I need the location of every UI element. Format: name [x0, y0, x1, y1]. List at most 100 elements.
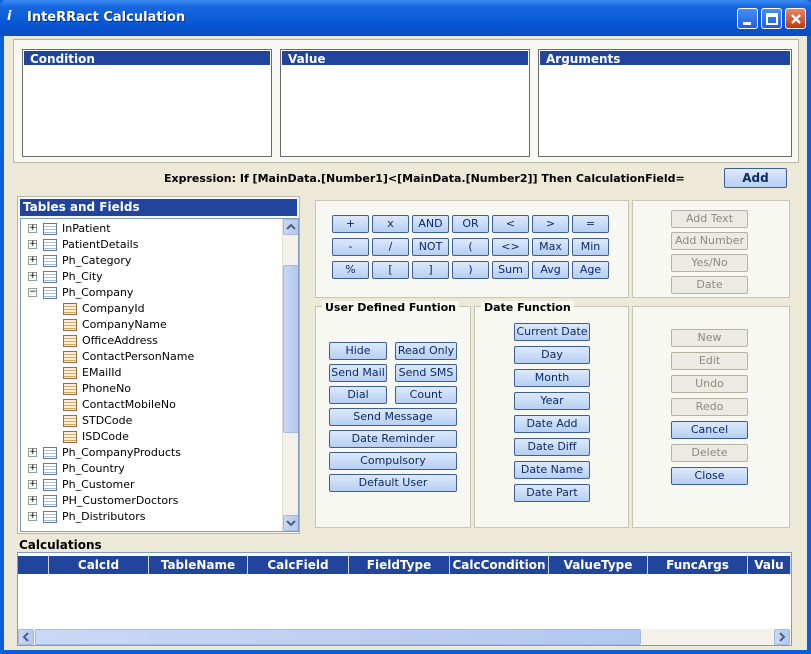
- tree-table-item[interactable]: + Ph_City: [21, 269, 283, 285]
- operator-button[interactable]: Max: [532, 238, 569, 256]
- send-message-button[interactable]: Send Message: [329, 408, 457, 426]
- cancel-button[interactable]: Cancel: [671, 421, 748, 439]
- tree-table-item[interactable]: − Ph_Company: [21, 285, 283, 301]
- insert-add-text-button[interactable]: Add Text: [671, 210, 748, 228]
- expand-icon[interactable]: +: [28, 224, 37, 233]
- operator-button[interactable]: =: [572, 215, 609, 233]
- tree-field-item[interactable]: ContactPersonName: [21, 349, 283, 365]
- title-bar[interactable]: i InteRRact Calculation: [0, 0, 811, 36]
- operator-button[interactable]: ]: [412, 261, 449, 279]
- operator-button[interactable]: Age: [572, 261, 609, 279]
- scroll-left-button[interactable]: [18, 629, 34, 645]
- day-button[interactable]: Day: [514, 346, 590, 364]
- operator-button[interactable]: Min: [572, 238, 609, 256]
- insert-add-number-button[interactable]: Add Number: [671, 232, 748, 250]
- tree-scroll-thumb[interactable]: [283, 265, 298, 433]
- minimize-button[interactable]: [737, 8, 758, 29]
- expand-icon[interactable]: +: [28, 256, 37, 265]
- tree-field-item[interactable]: OfficeAddress: [21, 333, 283, 349]
- undo-button[interactable]: Undo: [671, 375, 748, 393]
- operator-button[interactable]: Sum: [492, 261, 529, 279]
- expand-icon[interactable]: +: [28, 272, 37, 281]
- date-part-button[interactable]: Date Part: [514, 484, 590, 502]
- count-button[interactable]: Count: [395, 386, 457, 404]
- tree-field-item[interactable]: CompanyName: [21, 317, 283, 333]
- operator-button[interactable]: NOT: [412, 238, 449, 256]
- collapse-icon[interactable]: −: [28, 288, 37, 297]
- expand-icon[interactable]: +: [28, 448, 37, 457]
- date-diff-button[interactable]: Date Diff: [514, 438, 590, 456]
- calculations-grid[interactable]: CalcId TableName CalcField FieldType CalcCon…: [17, 552, 792, 646]
- operator-button[interactable]: %: [332, 261, 369, 279]
- tree-table-item[interactable]: + Ph_Country: [21, 461, 283, 477]
- send-mail-button[interactable]: Send Mail: [329, 364, 387, 382]
- operator-button[interactable]: <>: [492, 238, 529, 256]
- expand-icon[interactable]: +: [28, 240, 37, 249]
- date-reminder-button[interactable]: Date Reminder: [329, 430, 457, 448]
- tree-field-item[interactable]: ISDCode: [21, 429, 283, 445]
- grid-horizontal-scrollbar[interactable]: [18, 629, 791, 645]
- tree-table-item[interactable]: + Ph_Customer: [21, 477, 283, 493]
- tree-table-item[interactable]: + Ph_CompanyProducts: [21, 445, 283, 461]
- tree-table-item[interactable]: + Ph_Distributors: [21, 509, 283, 525]
- tree-field-item[interactable]: ContactMobileNo: [21, 397, 283, 413]
- tables-fields-tree[interactable]: + InPatient + PatientDetails + Ph_Category + Ph…: [20, 218, 299, 532]
- close-button[interactable]: Close: [671, 467, 748, 485]
- tree-table-item[interactable]: + PatientDetails: [21, 237, 283, 253]
- column-header[interactable]: CalcField: [248, 556, 349, 574]
- operator-button[interactable]: AND: [412, 215, 449, 233]
- value-list[interactable]: Value: [280, 49, 530, 157]
- compulsory-button[interactable]: Compulsory: [329, 452, 457, 470]
- column-header[interactable]: ValueType: [549, 556, 648, 574]
- tree-vertical-scrollbar[interactable]: [282, 219, 298, 531]
- tree-field-item[interactable]: STDCode: [21, 413, 283, 429]
- operator-button[interactable]: [: [372, 261, 409, 279]
- tree-field-item[interactable]: PhoneNo: [21, 381, 283, 397]
- scroll-down-button[interactable]: [283, 515, 298, 531]
- date-name-button[interactable]: Date Name: [514, 461, 590, 479]
- operator-button[interactable]: x: [372, 215, 409, 233]
- operator-button[interactable]: (: [452, 238, 489, 256]
- column-header[interactable]: FieldType: [349, 556, 450, 574]
- month-button[interactable]: Month: [514, 369, 590, 387]
- delete-button[interactable]: Delete: [671, 444, 748, 462]
- hide-button[interactable]: Hide: [329, 342, 387, 360]
- tree-field-item[interactable]: EMailId: [21, 365, 283, 381]
- add-button[interactable]: Add: [724, 168, 787, 188]
- tree-table-item[interactable]: + Ph_Category: [21, 253, 283, 269]
- new-button[interactable]: New: [671, 329, 748, 347]
- maximize-button[interactable]: [761, 8, 782, 29]
- column-header[interactable]: Valu: [748, 556, 791, 574]
- expand-icon[interactable]: +: [28, 464, 37, 473]
- column-header[interactable]: CalcCondition: [450, 556, 549, 574]
- column-header[interactable]: TableName: [149, 556, 248, 574]
- edit-button[interactable]: Edit: [671, 352, 748, 370]
- tree-table-item[interactable]: + InPatient: [21, 221, 283, 237]
- close-window-button[interactable]: [785, 8, 806, 29]
- operator-button[interactable]: >: [532, 215, 569, 233]
- insert-yes-no-button[interactable]: Yes/No: [671, 254, 748, 272]
- expand-icon[interactable]: +: [28, 512, 37, 521]
- scroll-right-button[interactable]: [774, 629, 790, 645]
- operator-button[interactable]: Avg: [532, 261, 569, 279]
- current-date-button[interactable]: Current Date: [514, 323, 590, 341]
- date-add-button[interactable]: Date Add: [514, 415, 590, 433]
- grid-scroll-thumb[interactable]: [35, 629, 641, 645]
- redo-button[interactable]: Redo: [671, 398, 748, 416]
- year-button[interactable]: Year: [514, 392, 590, 410]
- default-user-button[interactable]: Default User: [329, 474, 457, 492]
- operator-button[interactable]: /: [372, 238, 409, 256]
- scroll-up-button[interactable]: [283, 219, 298, 235]
- column-header[interactable]: CalcId: [49, 556, 149, 574]
- condition-list[interactable]: Condition: [22, 49, 272, 157]
- dial-button[interactable]: Dial: [329, 386, 387, 404]
- expand-icon[interactable]: +: [28, 480, 37, 489]
- operator-button[interactable]: OR: [452, 215, 489, 233]
- operator-button[interactable]: -: [332, 238, 369, 256]
- operator-button[interactable]: ): [452, 261, 489, 279]
- tree-table-item[interactable]: + PH_CustomerDoctors: [21, 493, 283, 509]
- operator-button[interactable]: +: [332, 215, 369, 233]
- expand-icon[interactable]: +: [28, 496, 37, 505]
- send-sms-button[interactable]: Send SMS: [395, 364, 457, 382]
- tree-field-item[interactable]: CompanyId: [21, 301, 283, 317]
